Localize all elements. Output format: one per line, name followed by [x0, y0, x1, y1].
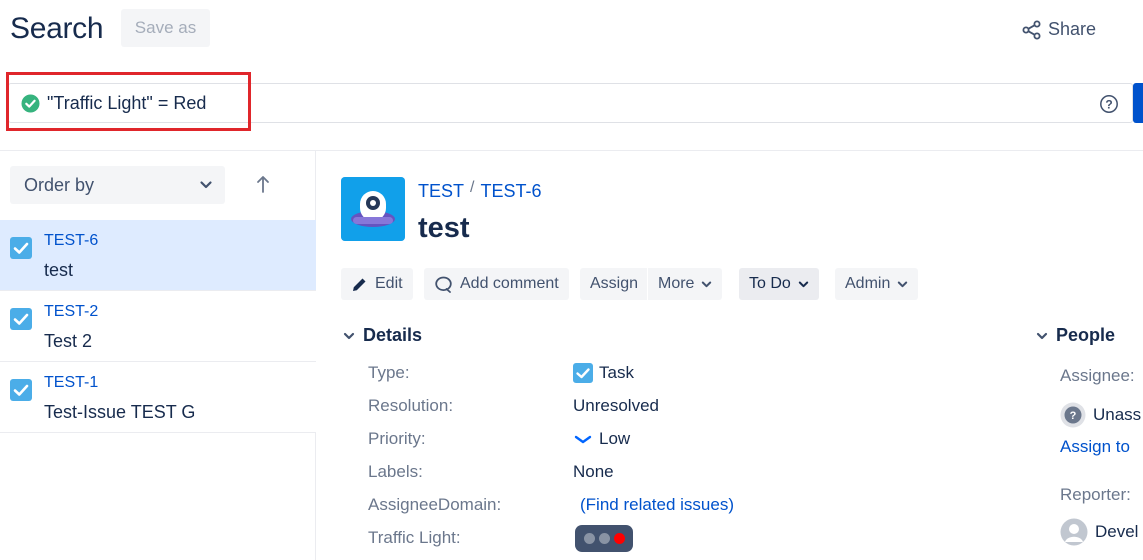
- share-button[interactable]: Share: [1022, 19, 1096, 40]
- find-related-issues-link[interactable]: (Find related issues): [580, 495, 734, 515]
- chevron-down-icon: [343, 332, 355, 339]
- chevron-down-icon: [798, 281, 808, 287]
- field-value-labels: None: [573, 462, 614, 482]
- more-dropdown-button[interactable]: More: [647, 268, 723, 300]
- traffic-light-dot-red: [613, 533, 625, 544]
- more-label: More: [658, 275, 695, 292]
- comment-icon: [435, 276, 452, 293]
- traffic-light-dot: [598, 533, 610, 544]
- labels-value: None: [573, 462, 614, 481]
- sort-ascending-icon[interactable]: [254, 174, 272, 194]
- priority-low-icon: [574, 435, 592, 444]
- traffic-light-indicator: [575, 525, 633, 552]
- reporter-label: Reporter:: [1060, 485, 1131, 504]
- highlight-box: [6, 72, 251, 131]
- svg-text:?: ?: [1105, 97, 1112, 111]
- task-icon: [10, 308, 32, 330]
- field-value-resolution: Unresolved: [573, 396, 659, 416]
- assignee-name: Unass: [1093, 405, 1142, 424]
- add-comment-label: Add comment: [460, 275, 559, 292]
- breadcrumb-project-link[interactable]: TEST: [418, 181, 464, 202]
- svg-text:?: ?: [1070, 410, 1077, 422]
- field-value-priority: Low: [573, 429, 630, 449]
- reporter-name: Devel: [1095, 522, 1139, 541]
- field-label-type: Type:: [368, 363, 410, 382]
- edit-button[interactable]: Edit: [341, 268, 413, 300]
- reporter-value: Devel: [1060, 518, 1138, 546]
- pencil-icon: [353, 278, 366, 291]
- page-title: Search: [10, 12, 104, 45]
- assign-to-me-link[interactable]: Assign to: [1060, 437, 1130, 457]
- breadcrumb-separator: /: [470, 179, 475, 196]
- task-icon: [573, 363, 593, 383]
- search-button[interactable]: [1133, 83, 1143, 123]
- chevron-down-icon: [702, 281, 712, 287]
- unassigned-avatar-icon: ?: [1060, 402, 1086, 428]
- priority-value: Low: [599, 429, 631, 448]
- resolution-value: Unresolved: [573, 396, 659, 415]
- issue-summary: Test-Issue TEST G: [44, 402, 196, 422]
- list-item[interactable]: TEST-1 Test-Issue TEST G: [0, 362, 316, 433]
- project-avatar: [341, 177, 405, 241]
- assign-to-me-label: Assign to: [1060, 437, 1130, 456]
- issue-summary: test: [44, 260, 74, 280]
- list-item[interactable]: TEST-6 test: [0, 220, 316, 291]
- chevron-down-icon: [898, 281, 908, 287]
- assignee-value: ? Unass: [1060, 402, 1141, 428]
- breadcrumb: TEST / TEST-6: [418, 179, 541, 202]
- field-label-labels: Labels:: [368, 462, 423, 481]
- edit-label: Edit: [375, 275, 403, 292]
- share-icon: [1022, 20, 1041, 39]
- order-by-dropdown[interactable]: Order by: [10, 166, 225, 204]
- task-icon: [10, 379, 32, 401]
- status-dropdown-button[interactable]: To Do: [739, 268, 819, 300]
- traffic-light-dot: [583, 533, 595, 544]
- breadcrumb-issue-link[interactable]: TEST-6: [480, 181, 541, 202]
- issue-title: test: [418, 212, 470, 244]
- field-label-assignee-domain: AssigneeDomain:: [368, 495, 502, 514]
- issue-summary: Test 2: [44, 331, 93, 351]
- add-comment-button[interactable]: Add comment: [424, 268, 569, 300]
- assignee-domain-value: (Find related issues): [580, 495, 735, 514]
- field-label-priority: Priority:: [368, 429, 426, 448]
- field-value-type: Task: [573, 363, 634, 383]
- chevron-down-icon: [200, 181, 212, 189]
- details-heading: Details: [363, 325, 423, 345]
- assign-label: Assign: [590, 275, 639, 292]
- details-section-toggle[interactable]: Details: [343, 325, 422, 346]
- task-icon: [10, 237, 32, 259]
- type-value: Task: [599, 363, 634, 382]
- field-label-resolution: Resolution:: [368, 396, 454, 415]
- status-label: To Do: [749, 275, 791, 292]
- issue-key-link[interactable]: TEST-2: [44, 303, 98, 321]
- chevron-down-icon: [1036, 332, 1048, 339]
- share-label: Share: [1048, 19, 1097, 39]
- people-section-toggle[interactable]: People: [1036, 325, 1115, 346]
- order-by-label: Order by: [24, 174, 95, 195]
- user-avatar-icon: [1060, 518, 1088, 546]
- assign-button[interactable]: Assign: [580, 268, 649, 300]
- issue-key-link[interactable]: TEST-6: [44, 232, 98, 250]
- issue-key-link[interactable]: TEST-1: [44, 374, 98, 392]
- assignee-label: Assignee:: [1060, 366, 1135, 385]
- list-item[interactable]: TEST-2 Test 2: [0, 291, 316, 362]
- field-value-traffic-light: [575, 525, 633, 552]
- field-label-traffic-light: Traffic Light:: [368, 528, 461, 547]
- admin-dropdown-button[interactable]: Admin: [835, 268, 919, 300]
- help-icon[interactable]: ?: [1099, 94, 1119, 114]
- admin-label: Admin: [845, 275, 891, 292]
- save-as-button[interactable]: Save as: [121, 9, 210, 47]
- people-heading: People: [1056, 325, 1116, 345]
